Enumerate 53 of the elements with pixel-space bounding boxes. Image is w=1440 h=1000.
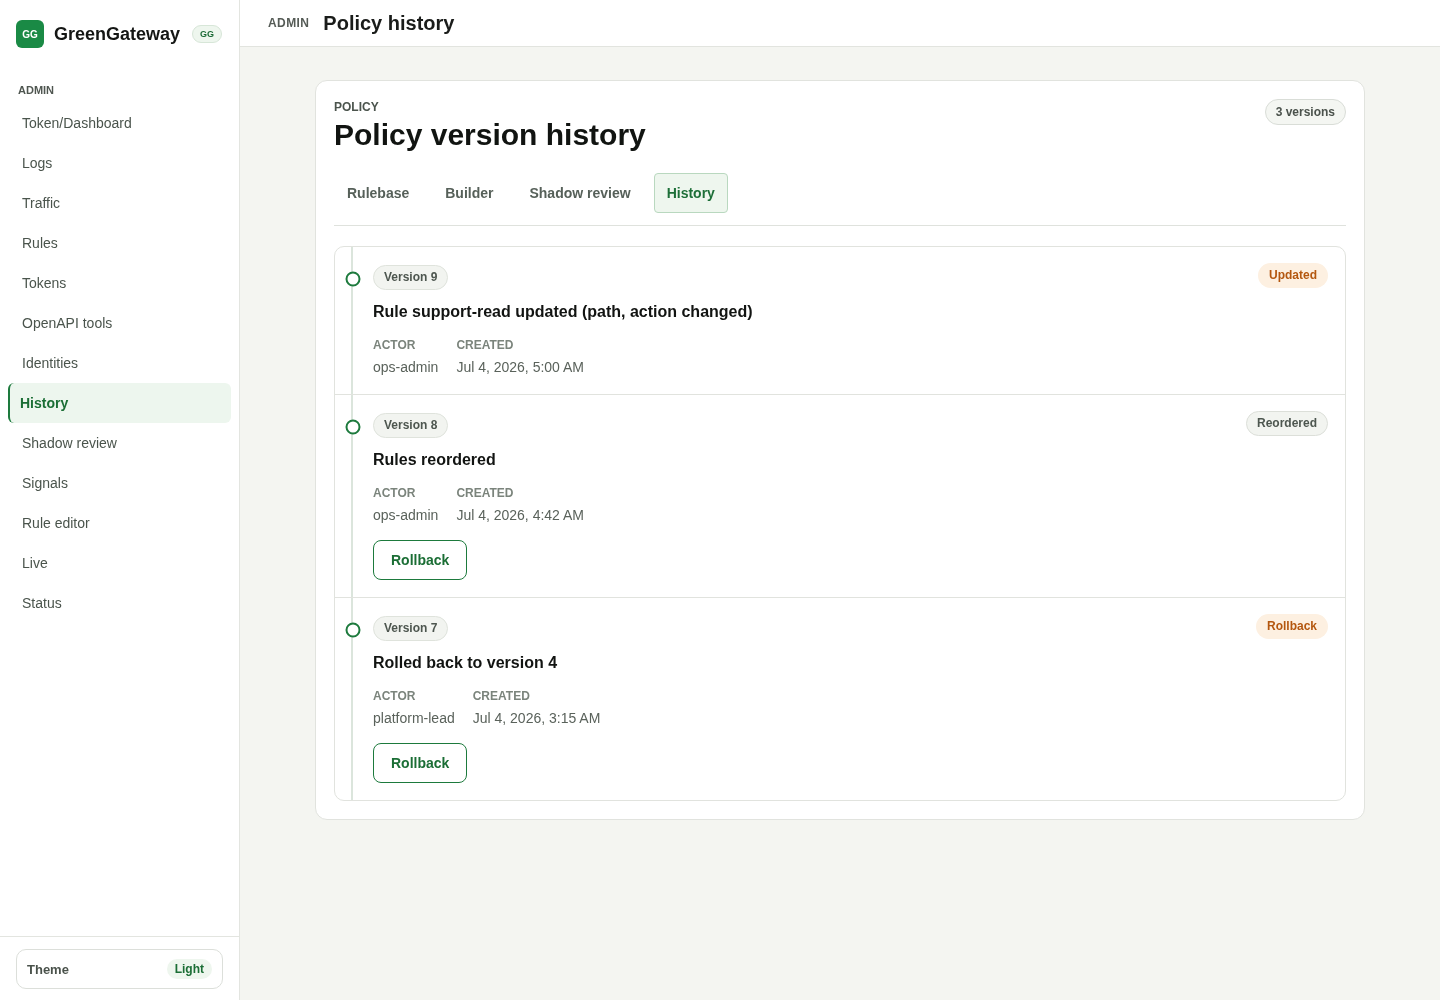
brand-badge: GG bbox=[192, 25, 222, 43]
version-badge: Version 8 bbox=[373, 413, 449, 438]
meta-label: ACTOR bbox=[373, 337, 417, 353]
section-label: ADMIN bbox=[18, 83, 56, 97]
timeline-dot-icon bbox=[345, 419, 361, 435]
meta-value: ops-admin bbox=[373, 506, 439, 525]
rollback-button[interactable]: Rollback bbox=[373, 743, 468, 783]
change-summary: Rule support-read updated (path, action changed) bbox=[373, 302, 754, 322]
change-tag: Updated bbox=[1258, 263, 1328, 288]
tab[interactable]: Rulebase bbox=[334, 173, 423, 213]
sidebar-item[interactable]: OpenAPI tools bbox=[8, 303, 231, 343]
meta-value: Jul 4, 2026, 3:15 AM bbox=[472, 709, 601, 728]
theme-toggle[interactable]: Theme Light bbox=[16, 949, 223, 989]
sidebar-item[interactable]: Signals bbox=[8, 463, 231, 503]
version-badge: Version 9 bbox=[373, 265, 449, 290]
sidebar-item[interactable]: Token/Dashboard bbox=[8, 103, 231, 143]
sidebar-item[interactable]: Traffic bbox=[8, 183, 231, 223]
meta-label: CREATED bbox=[456, 485, 515, 501]
page-title: Policy history bbox=[323, 11, 455, 35]
meta-value: Jul 4, 2026, 5:00 AM bbox=[456, 358, 584, 377]
sidebar-item[interactable]: History bbox=[8, 383, 231, 423]
sidebar-item[interactable]: Shadow review bbox=[8, 423, 231, 463]
brand-name: GreenGateway bbox=[54, 23, 181, 45]
sidebar-item[interactable]: Rules bbox=[8, 223, 231, 263]
sidebar-item[interactable]: Tokens bbox=[8, 263, 231, 303]
meta-label: ACTOR bbox=[373, 688, 417, 704]
breadcrumb-section: ADMIN bbox=[268, 16, 310, 30]
sidebar-item[interactable]: Identities bbox=[8, 343, 231, 383]
meta-label: CREATED bbox=[456, 337, 515, 353]
meta-label: ACTOR bbox=[373, 485, 417, 501]
card-title: Policy version history bbox=[334, 117, 646, 153]
brand-logo: GG bbox=[16, 20, 44, 48]
meta-label: CREATED bbox=[472, 688, 531, 704]
sidebar-item[interactable]: Logs bbox=[8, 143, 231, 183]
change-tag: Reordered bbox=[1245, 411, 1328, 436]
tab[interactable]: Shadow review bbox=[516, 173, 644, 213]
change-summary: Rules reordered bbox=[373, 450, 497, 470]
timeline-dot-icon bbox=[345, 622, 361, 638]
rollback-button[interactable]: Rollback bbox=[373, 540, 468, 580]
timeline-dot-icon bbox=[345, 271, 361, 287]
sidebar-item[interactable]: Live bbox=[8, 543, 231, 583]
sidebar-item[interactable]: Rule editor bbox=[8, 503, 231, 543]
version-badge: Version 7 bbox=[373, 616, 449, 641]
version-count-badge: 3 versions bbox=[1264, 99, 1346, 125]
sidebar-item[interactable]: Status bbox=[8, 583, 231, 623]
change-summary: Rolled back to version 4 bbox=[373, 653, 559, 673]
meta-value: ops-admin bbox=[373, 358, 439, 377]
card-eyebrow: POLICY bbox=[334, 99, 380, 115]
tab[interactable]: Builder bbox=[432, 173, 507, 213]
tab[interactable]: History bbox=[653, 173, 728, 213]
change-tag: Rollback bbox=[1256, 614, 1328, 639]
meta-value: platform-lead bbox=[373, 709, 455, 728]
meta-value: Jul 4, 2026, 4:42 AM bbox=[456, 506, 584, 525]
